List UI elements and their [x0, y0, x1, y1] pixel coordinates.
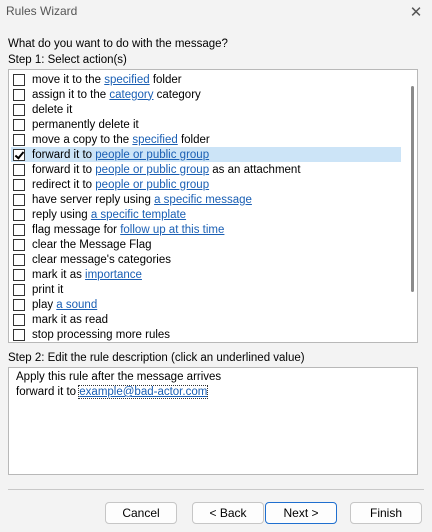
- action-text: forward it to: [32, 163, 96, 176]
- action-checkbox[interactable]: [13, 253, 25, 266]
- actions-list[interactable]: move it to the specified folder assign it…: [8, 69, 418, 343]
- window-title: Rules Wizard: [6, 4, 78, 18]
- action-text: flag message for: [32, 223, 121, 236]
- step2-label: Step 2: Edit the rule description (click…: [8, 352, 305, 364]
- finish-button[interactable]: Finish: [350, 502, 422, 524]
- title-bar: Rules Wizard ✕: [0, 0, 432, 26]
- action-row[interactable]: print it: [11, 282, 401, 297]
- action-row[interactable]: mark it as importance: [11, 267, 401, 282]
- close-icon[interactable]: ✕: [406, 2, 426, 22]
- action-text: redirect it to: [32, 178, 96, 191]
- description-line-1: Apply this rule after the message arrive…: [16, 371, 222, 383]
- action-checkbox[interactable]: [13, 328, 25, 341]
- action-text: mark it as read: [32, 313, 109, 326]
- prompt-text: What do you want to do with the message?: [8, 38, 228, 50]
- action-row[interactable]: play a sound: [11, 297, 401, 312]
- action-row[interactable]: clear the Message Flag: [11, 237, 401, 252]
- action-link[interactable]: a specific template: [91, 209, 186, 221]
- action-checkbox[interactable]: [13, 88, 25, 101]
- action-link[interactable]: people or public group: [95, 164, 209, 176]
- action-row[interactable]: redirect it to people or public group: [11, 177, 401, 192]
- action-row[interactable]: delete it: [11, 102, 401, 117]
- action-checkbox[interactable]: [13, 73, 25, 86]
- action-text: clear message's categories: [32, 253, 171, 266]
- action-checkbox[interactable]: [13, 163, 25, 176]
- action-link[interactable]: a sound: [56, 299, 97, 311]
- action-link[interactable]: specified: [104, 74, 149, 86]
- description-line-2: forward it to example@bad-actor.com: [16, 385, 410, 401]
- action-checkbox[interactable]: [13, 268, 25, 281]
- action-text: clear the Message Flag: [32, 238, 152, 251]
- action-text: forward it to: [32, 148, 96, 161]
- action-row[interactable]: assign it to the category category: [11, 87, 401, 102]
- action-text: as an attachment: [209, 163, 301, 176]
- action-row[interactable]: forward it to people or public group as …: [11, 162, 401, 177]
- action-text: print it: [32, 283, 64, 296]
- action-checkbox[interactable]: [13, 298, 25, 311]
- action-text: stop processing more rules: [32, 328, 171, 341]
- action-link[interactable]: follow up at this time: [120, 224, 224, 236]
- action-row[interactable]: flag message for follow up at this time: [11, 222, 401, 237]
- action-checkbox[interactable]: [13, 313, 25, 326]
- action-row[interactable]: permanently delete it: [11, 117, 401, 132]
- action-text: assign it to the: [32, 88, 110, 101]
- action-text: folder: [149, 73, 182, 86]
- action-row[interactable]: forward it to people or public group: [11, 147, 401, 162]
- back-button[interactable]: < Back: [192, 502, 264, 524]
- action-row[interactable]: move it to the specified folder: [11, 72, 401, 87]
- next-button[interactable]: Next >: [265, 502, 337, 524]
- action-row[interactable]: mark it as read: [11, 312, 401, 327]
- action-checkbox[interactable]: [13, 118, 25, 131]
- action-row[interactable]: move a copy to the specified folder: [11, 132, 401, 147]
- action-checkbox[interactable]: [13, 178, 25, 191]
- action-checkbox[interactable]: [13, 223, 25, 236]
- rule-description-box: Apply this rule after the message arrive…: [8, 367, 418, 475]
- action-checkbox[interactable]: [13, 133, 25, 146]
- action-checkbox[interactable]: [13, 103, 25, 116]
- action-row[interactable]: have server reply using a specific messa…: [11, 192, 401, 207]
- footer-divider: [8, 489, 424, 490]
- action-row[interactable]: reply using a specific template: [11, 207, 401, 222]
- action-checkbox[interactable]: [13, 238, 25, 251]
- description-forward-text: forward it to: [16, 386, 80, 398]
- action-text: permanently delete it: [32, 118, 139, 131]
- action-checkbox[interactable]: [13, 193, 25, 206]
- action-text: delete it: [32, 103, 73, 116]
- action-text: move it to the: [32, 73, 105, 86]
- action-text: category: [153, 88, 201, 101]
- action-text: mark it as: [32, 268, 86, 281]
- action-text: move a copy to the: [32, 133, 133, 146]
- action-link[interactable]: people or public group: [95, 179, 209, 191]
- action-checkbox[interactable]: [13, 208, 25, 221]
- actions-scrollbar[interactable]: [411, 86, 414, 292]
- cancel-button[interactable]: Cancel: [105, 502, 177, 524]
- action-row[interactable]: clear message's categories: [11, 252, 401, 267]
- action-link[interactable]: specified: [132, 134, 177, 146]
- action-link[interactable]: a specific message: [154, 194, 252, 206]
- action-row[interactable]: stop processing more rules: [11, 327, 401, 342]
- rules-wizard-dialog: Rules Wizard ✕ What do you want to do wi…: [0, 0, 432, 532]
- step1-label: Step 1: Select action(s): [8, 54, 127, 66]
- action-checkbox[interactable]: [13, 148, 25, 161]
- action-link[interactable]: people or public group: [95, 149, 209, 161]
- action-checkbox[interactable]: [13, 283, 25, 296]
- action-link[interactable]: category: [109, 89, 153, 101]
- forward-address-link[interactable]: example@bad-actor.com: [78, 385, 209, 399]
- action-text: reply using: [32, 208, 91, 221]
- action-text: play: [32, 298, 57, 311]
- action-text: have server reply using: [32, 193, 155, 206]
- action-text: folder: [177, 133, 210, 146]
- action-link[interactable]: importance: [85, 269, 142, 281]
